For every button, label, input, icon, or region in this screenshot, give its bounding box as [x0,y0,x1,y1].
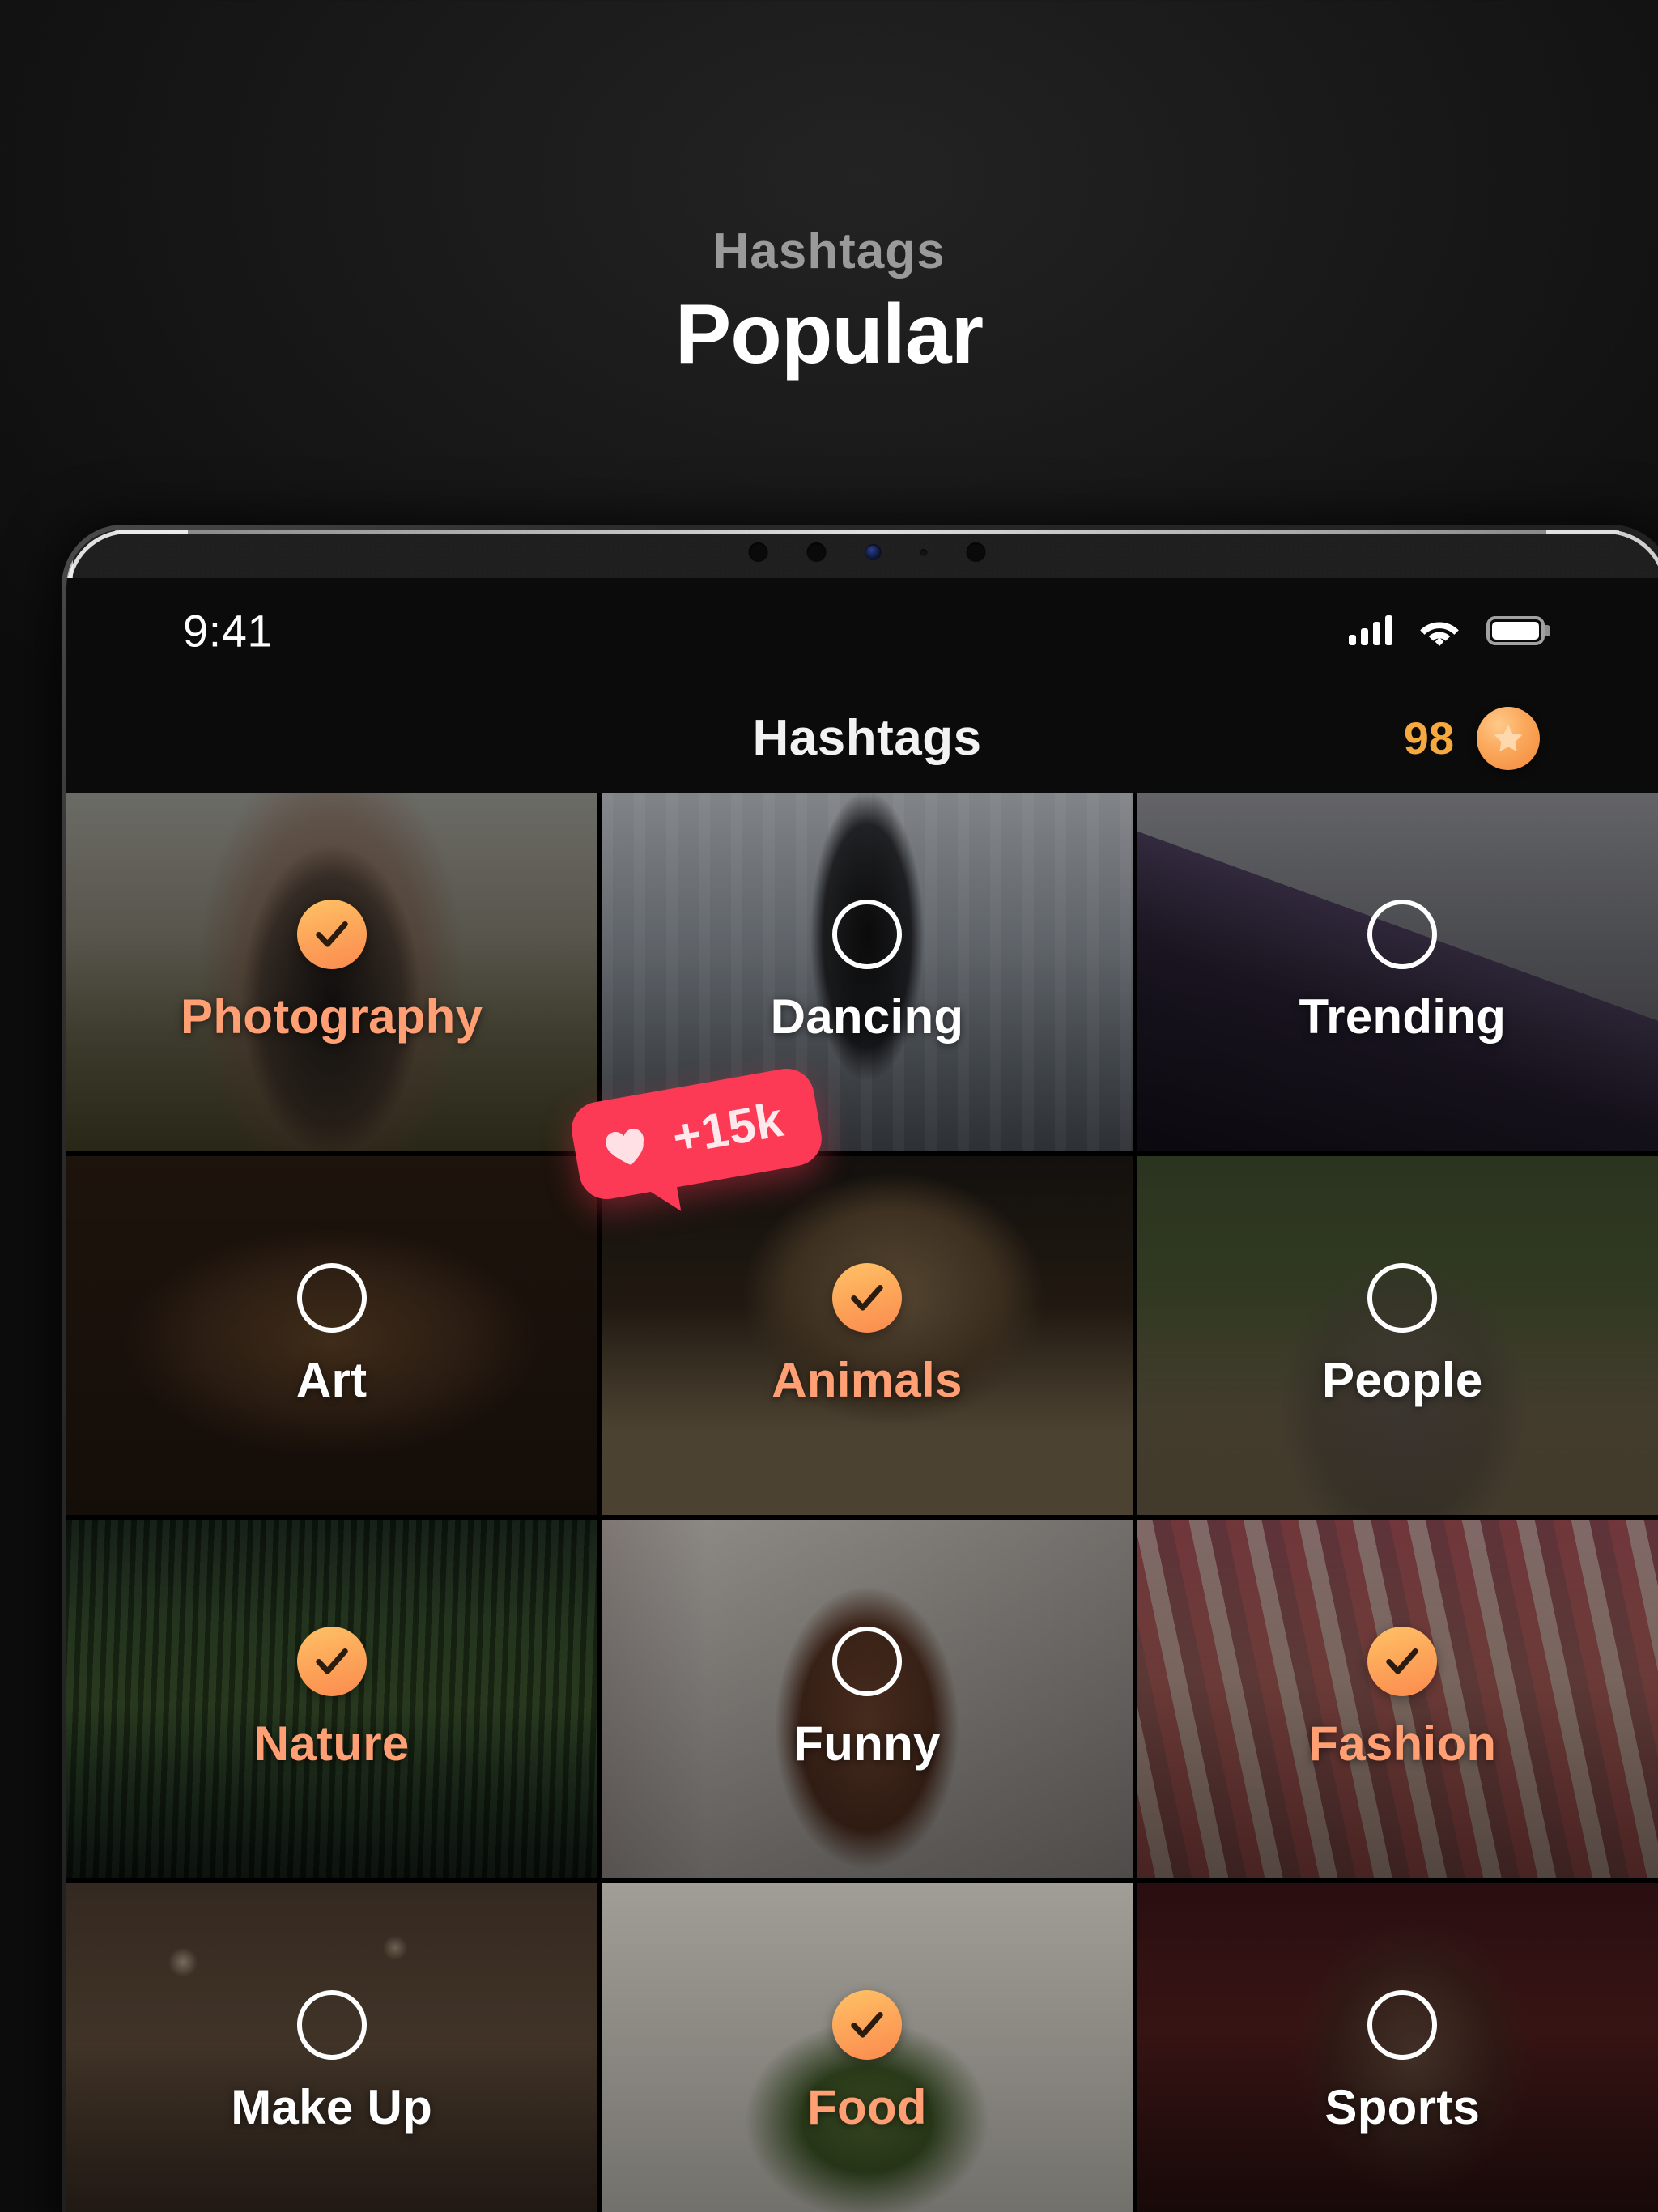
tile-label: Art [295,1353,368,1407]
phone-screen: 9:41 Hashtags 98 Photography Dancing Tre… [66,578,1658,2212]
hashtag-tile-funny[interactable]: Funny [602,1520,1133,1878]
hashtag-tile-trending[interactable]: Trending [1137,793,1658,1151]
check-circle-filled-icon[interactable] [831,1263,902,1333]
check-circle-filled-icon[interactable] [831,1990,902,2060]
hashtag-grid: Photography Dancing Trending Art Animals +15k… [66,793,1658,2212]
app-bar-title: Hashtags [752,710,982,766]
tile-label: People [1322,1353,1483,1407]
hashtag-tile-animals[interactable]: Animals +15k [568,1064,1133,1515]
tile-label: Sports [1324,2080,1481,2134]
hashtag-tile-art[interactable]: Art [66,1156,597,1515]
star-badge-icon[interactable] [1477,706,1540,770]
proximity-sensor-icon [748,542,768,562]
tile-content: People [1137,1156,1658,1515]
hashtag-tile-people[interactable]: People [1137,1156,1658,1515]
app-bar-actions: 98 [1403,706,1540,770]
hashtag-tile-nature[interactable]: Nature [66,1520,597,1878]
circle-outline-icon[interactable] [1367,900,1438,969]
tile-content: Animals [602,1156,1132,1515]
hashtag-tile-sports[interactable]: Sports [1137,1883,1658,2212]
like-count-label: +15k [668,1091,788,1165]
circle-outline-icon[interactable] [831,900,902,969]
device-mockup: 9:41 Hashtags 98 Photography Dancing Tre… [62,525,1658,2212]
tile-content: Trending [1137,793,1658,1151]
status-bar-icons [1349,615,1545,647]
hashtag-tile-make-up[interactable]: Make Up [66,1883,597,2212]
front-camera-icon [865,544,882,560]
wifi-icon [1420,622,1459,646]
tile-content: Art [66,1156,597,1515]
cellular-bars-icon [1349,615,1392,645]
tile-label: Food [807,2080,927,2134]
app-bar: Hashtags 98 [66,683,1658,793]
ambient-light-sensor-icon [806,542,827,562]
sensor-array [748,542,986,562]
tile-label: Fashion [1308,1716,1497,1771]
tile-label: Funny [793,1716,941,1771]
tile-content: Sports [1137,1883,1658,2212]
circle-outline-icon[interactable] [296,1990,367,2060]
tile-label: Make Up [231,2080,433,2134]
tile-content: Funny [602,1520,1132,1878]
tile-content: Photography [66,793,597,1151]
device-bezel: 9:41 Hashtags 98 Photography Dancing Tre… [66,530,1658,2212]
microphone-icon [920,548,928,556]
device-edge-top [115,530,1619,534]
check-circle-filled-icon[interactable] [296,900,367,969]
tile-content: Fashion [1137,1520,1658,1878]
circle-outline-icon[interactable] [296,1263,367,1333]
check-circle-filled-icon[interactable] [296,1627,367,1696]
circle-outline-icon[interactable] [831,1627,902,1696]
hashtag-tile-photography[interactable]: Photography [66,793,597,1151]
hashtag-tile-food[interactable]: Food [602,1883,1133,2212]
check-circle-filled-icon[interactable] [1367,1627,1438,1696]
status-bar-time: 9:41 [183,605,273,657]
promo-eyebrow: Hashtags [712,223,946,279]
tile-content: Nature [66,1520,597,1878]
selection-score: 98 [1403,713,1454,764]
tile-content: Make Up [66,1883,597,2212]
status-bar: 9:41 [66,578,1658,683]
tile-label: Nature [253,1716,410,1771]
promo-title: Popular [674,287,984,381]
heart-icon [606,1128,644,1165]
tile-label: Trending [1299,989,1507,1044]
tile-label: Animals [772,1353,963,1407]
tile-label: Dancing [770,989,964,1044]
tile-content: Food [602,1883,1132,2212]
speaker-sensor-icon [966,542,986,562]
tile-label: Photography [181,989,483,1044]
battery-full-icon [1486,616,1545,645]
circle-outline-icon[interactable] [1367,1990,1438,2060]
circle-outline-icon[interactable] [1367,1263,1438,1333]
hashtag-tile-fashion[interactable]: Fashion [1137,1520,1658,1878]
promo-heading: Hashtags Popular [0,227,1658,381]
